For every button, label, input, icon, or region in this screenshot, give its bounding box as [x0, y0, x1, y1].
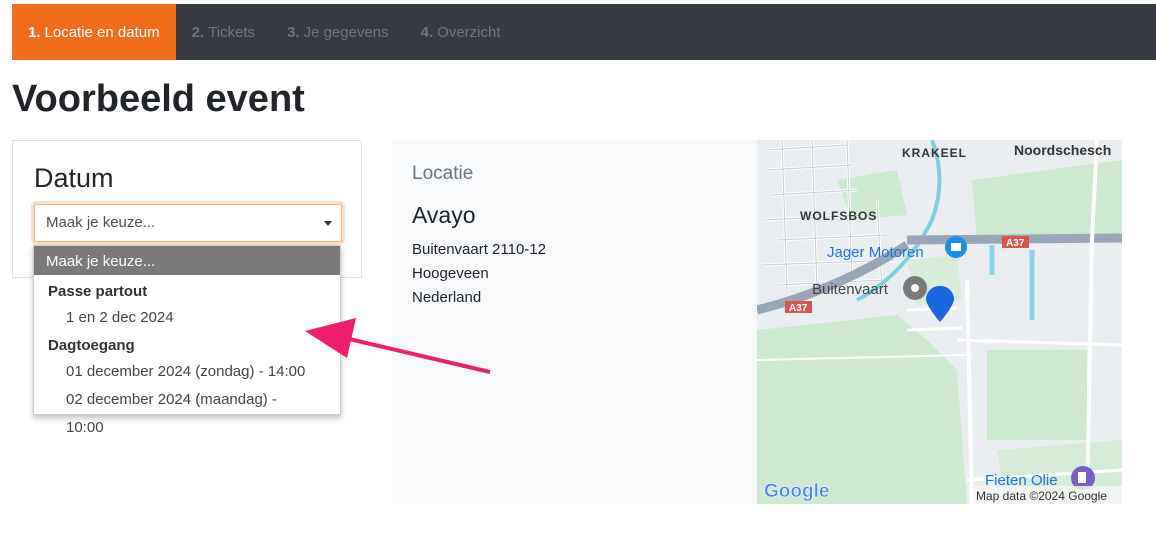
date-select[interactable]: Maak je keuze...	[34, 204, 342, 242]
checkout-steps: 1. Locatie en datum 2. Tickets 3. Je geg…	[12, 4, 1156, 60]
map-label-wolfsbos: WOLFSBOS	[800, 209, 877, 223]
map-label-noordscheschut: Noordschesch	[1014, 142, 1111, 158]
map-label-a37: A37	[1006, 238, 1025, 249]
venue-name: Avayo	[412, 202, 476, 228]
date-heading: Datum	[34, 163, 114, 193]
date-select-value: Maak je keuze...	[46, 214, 156, 231]
caret-down-icon	[324, 221, 332, 226]
map-label-krakeel: KRAKEEL	[902, 146, 967, 160]
dropdown-option[interactable]: 02 december 2024 (maandag) - 10:00	[34, 386, 340, 436]
map-label-jager-motoren: Jager Motoren	[827, 244, 924, 261]
step-number: 1.	[28, 23, 41, 41]
location-map[interactable]: KRAKEEL Noordschesch WOLFSBOS Jager Moto…	[757, 140, 1122, 504]
step-label: Je gegevens	[303, 23, 389, 41]
step-location-date[interactable]: 1. Locatie en datum	[12, 4, 176, 60]
step-number: 4.	[420, 23, 434, 41]
dropdown-option[interactable]: 01 december 2024 (zondag) - 14:00	[34, 358, 340, 386]
location-label: Locatie	[412, 163, 474, 184]
address-city: Hoogeveen	[412, 265, 489, 282]
step-label: Overzicht	[437, 23, 501, 41]
google-logo: Google	[764, 481, 829, 502]
location-pin-icon	[926, 286, 954, 322]
step-tickets[interactable]: 2. Tickets	[176, 4, 271, 60]
option-group-dagtoegang: Dagtoegang	[48, 337, 135, 354]
map-attribution: Map data ©2024 Google	[976, 489, 1107, 503]
option-group-passe-partout: Passe partout	[48, 283, 148, 300]
step-number: 3.	[287, 23, 300, 41]
location-panel: Locatie Avayo Buitenvaart 2110-12 Hoogev…	[392, 140, 757, 504]
map-label-a37: A37	[789, 303, 808, 314]
page-title: Voorbeeld event	[12, 78, 305, 120]
step-label: Tickets	[208, 23, 256, 41]
step-label: Locatie en datum	[44, 23, 160, 41]
address-street: Buitenvaart 2110-12	[412, 241, 546, 258]
dropdown-option[interactable]: 1 en 2 dec 2024	[34, 304, 340, 332]
map-canvas: KRAKEEL Noordschesch WOLFSBOS Jager Moto…	[757, 140, 1122, 504]
step-details[interactable]: 3. Je gegevens	[271, 4, 405, 60]
map-label-buitenvaart: Buitenvaart	[812, 281, 889, 298]
date-dropdown: Maak je keuze... Passe partout 1 en 2 de…	[33, 245, 341, 436]
dropdown-option-placeholder[interactable]: Maak je keuze...	[34, 246, 340, 275]
address-country: Nederland	[412, 289, 482, 306]
step-overview[interactable]: 4. Overzicht	[405, 4, 517, 60]
step-number: 2.	[191, 23, 205, 41]
